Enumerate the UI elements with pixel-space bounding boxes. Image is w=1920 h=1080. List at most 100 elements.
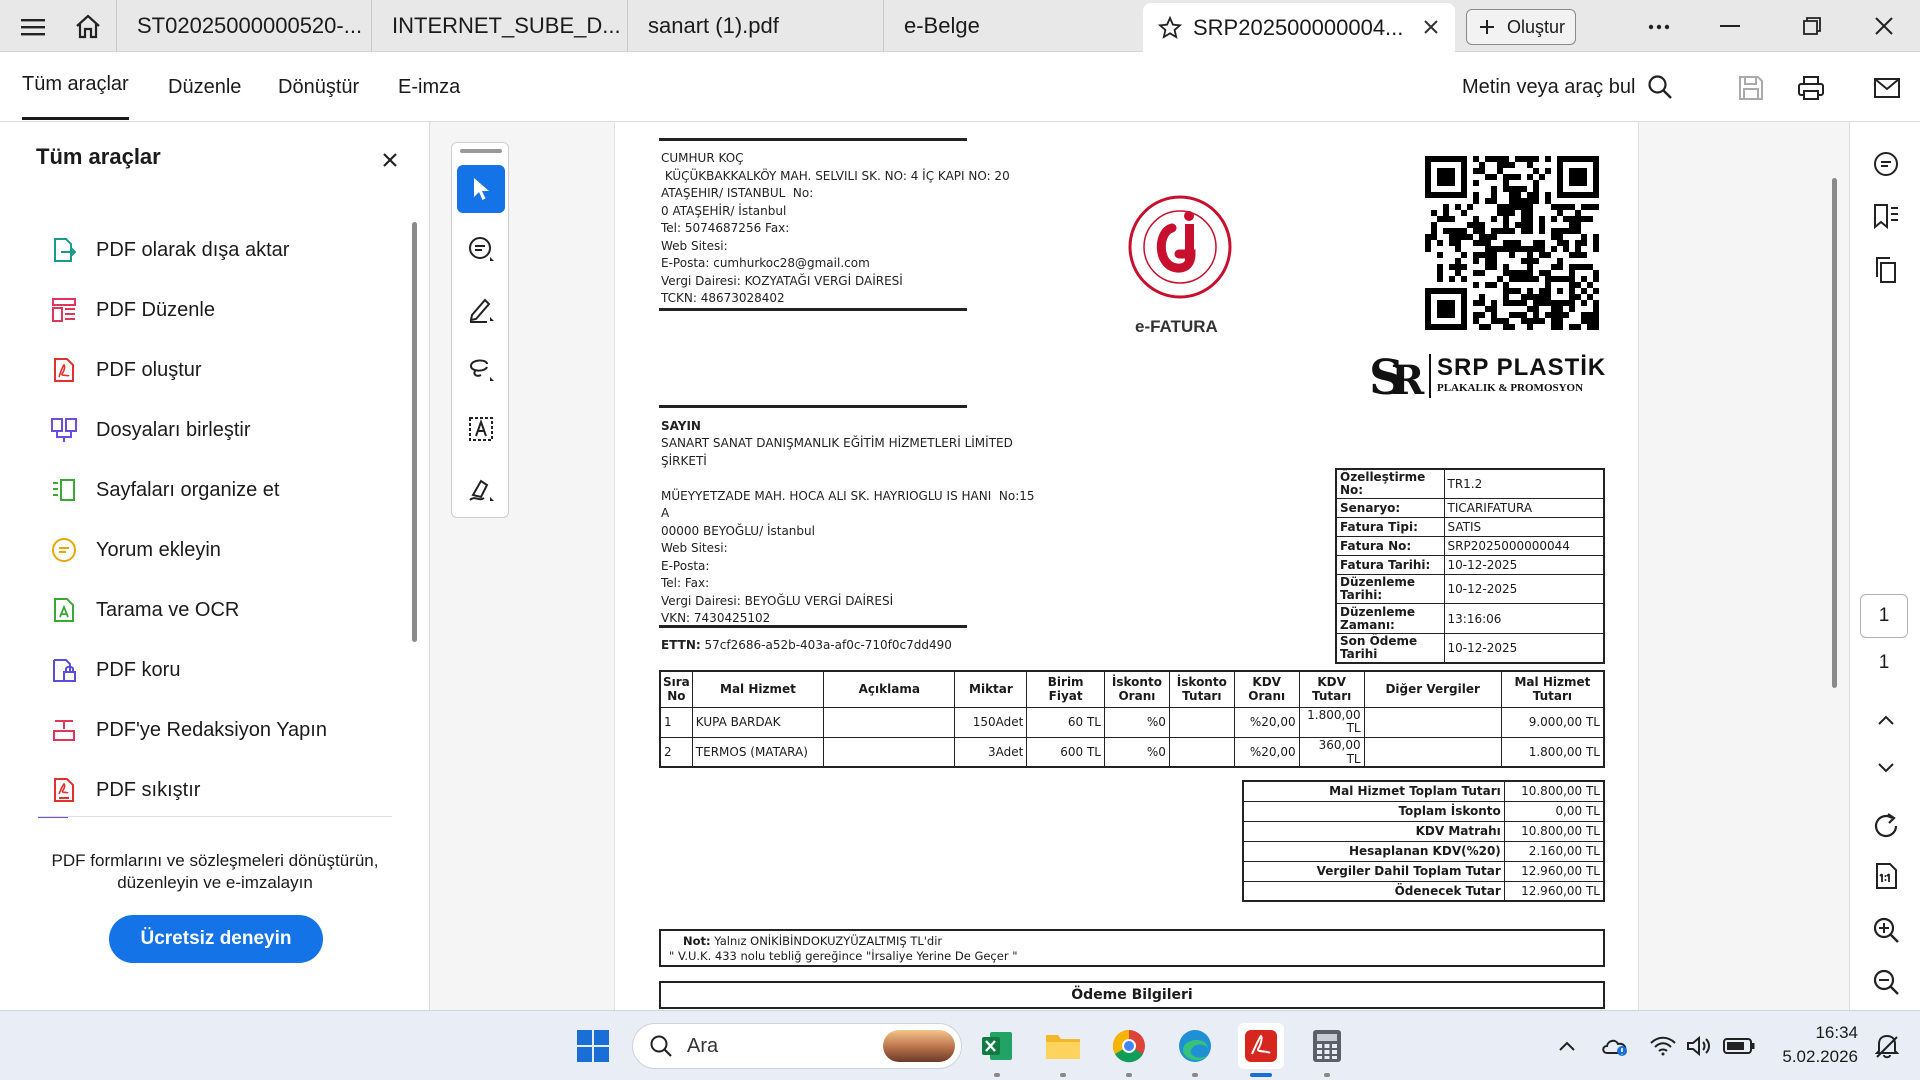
toolbar-grip[interactable]: [460, 149, 502, 153]
tool-compress-pdf[interactable]: PDF sıkıştır: [50, 770, 200, 810]
menu-convert[interactable]: Dönüştür: [278, 52, 359, 122]
total-row: Toplam İskonto 0,00 TL: [1242, 800, 1605, 822]
combine-files-icon: [50, 416, 78, 444]
address-line: 0 ATAŞEHİR/ İstanbul: [661, 203, 787, 218]
sign-tool-button[interactable]: [457, 465, 505, 513]
panel-scrollbar[interactable]: [412, 222, 417, 642]
tool-redact[interactable]: PDF'ye Redaksiyon Yapın: [50, 710, 327, 750]
tool-edit-pdf[interactable]: PDF Düzenle: [50, 290, 215, 330]
save-icon[interactable]: [1734, 71, 1768, 105]
tool-organize-pages[interactable]: Sayfaları organize et: [50, 470, 279, 510]
star-icon[interactable]: [1157, 15, 1183, 41]
tab-document-1[interactable]: ST02025000000520-...: [116, 0, 372, 52]
menu-esign[interactable]: E-imza: [398, 52, 460, 122]
rotate-button[interactable]: [1868, 808, 1904, 844]
info-value: 10-12-2025: [1443, 574, 1605, 604]
tool-scan-ocr[interactable]: Tarama ve OCR: [50, 590, 239, 630]
menu-all-tools[interactable]: Tüm araçlar: [22, 52, 129, 120]
taskbar-search[interactable]: Ara: [632, 1023, 962, 1069]
mail-icon[interactable]: [1870, 71, 1904, 105]
chevron-up-icon: [1878, 715, 1894, 725]
edge-button[interactable]: [1172, 1023, 1218, 1069]
comment-tool-button[interactable]: [457, 225, 505, 273]
calculator-button[interactable]: [1304, 1023, 1350, 1069]
scan-ocr-icon: [50, 596, 78, 624]
zoom-out-button[interactable]: [1868, 964, 1904, 1000]
volume-icon[interactable]: [1684, 1031, 1714, 1061]
note-line-1: Not: Yalnız ONİKİBİNDOKUZYÜZALTMIŞ TL'di…: [669, 934, 1595, 949]
onedrive-icon[interactable]: [1600, 1031, 1630, 1061]
address-line: SANART SANAT DANIŞMANLIK EĞİTİM HİZMETLE…: [661, 436, 1013, 450]
fit-page-button[interactable]: [1868, 858, 1904, 894]
tool-label: Yorum ekleyin: [96, 538, 221, 561]
battery-icon[interactable]: [1722, 1031, 1756, 1061]
menu-label: E-imza: [398, 75, 461, 98]
create-button[interactable]: Oluştur: [1466, 9, 1576, 45]
zoom-in-button[interactable]: [1868, 912, 1904, 948]
tab-document-4[interactable]: e-Belge: [884, 0, 1140, 52]
document-scrollbar[interactable]: [1832, 178, 1837, 688]
table-cell: [823, 736, 956, 767]
page-thumbnails-button[interactable]: [1868, 252, 1904, 288]
clock-time[interactable]: 16:34: [1768, 1023, 1858, 1043]
find-text-or-tool-button[interactable]: Metin veya araç bul: [1462, 52, 1673, 122]
chevron-down-icon: [1878, 763, 1894, 773]
next-page-button[interactable]: [1868, 750, 1904, 786]
menu-edit[interactable]: Düzenle: [168, 52, 241, 122]
payment-title: Ödeme Bilgileri: [1071, 987, 1193, 1003]
file-explorer-button[interactable]: [1040, 1023, 1086, 1069]
total-label: Vergiler Dahil Toplam Tutar: [1242, 860, 1505, 882]
clock-date[interactable]: 5.02.2026: [1768, 1047, 1858, 1067]
running-indicator: [1126, 1073, 1132, 1077]
tab-label: sanart (1).pdf: [648, 13, 779, 38]
page-number-input[interactable]: 1: [1860, 594, 1908, 638]
show-hidden-icons-button[interactable]: [1554, 1033, 1580, 1059]
table-row: 2 TERMOS (MATARA) 3Adet 600 TL %0 %20,00 360,0…: [659, 736, 1605, 767]
home-icon[interactable]: [72, 10, 104, 42]
menu-label: Düzenle: [168, 75, 242, 98]
find-label: Metin veya araç bul: [1462, 75, 1636, 98]
create-label: Oluştur: [1507, 16, 1566, 37]
lasso-icon: [469, 359, 494, 381]
print-icon[interactable]: [1794, 71, 1828, 105]
tool-export-pdf[interactable]: PDF olarak dışa aktar: [50, 230, 289, 270]
close-panel-icon[interactable]: [380, 150, 400, 170]
bookmarks-button[interactable]: [1868, 198, 1904, 234]
note-text: Yalnız ONİKİBİNDOKUZYÜZALTMIŞ TL'dir: [710, 934, 943, 948]
tool-combine-files[interactable]: Dosyaları birleştir: [50, 410, 250, 450]
excel-button[interactable]: [974, 1023, 1020, 1069]
tab-document-3[interactable]: sanart (1).pdf: [628, 0, 884, 52]
text-tool-button[interactable]: [457, 405, 505, 453]
draw-tool-button[interactable]: [457, 345, 505, 393]
table-cell: [823, 706, 956, 738]
more-options-icon[interactable]: [1644, 12, 1674, 42]
acrobat-button[interactable]: [1238, 1023, 1284, 1069]
tool-protect-pdf[interactable]: PDF koru: [50, 650, 180, 690]
wifi-icon[interactable]: [1648, 1031, 1678, 1061]
column-header: KDV Tutarı: [1298, 670, 1365, 708]
close-tab-icon[interactable]: [1419, 15, 1443, 39]
tab-document-active[interactable]: SRP202500000004...: [1143, 3, 1455, 52]
restore-icon[interactable]: [1792, 10, 1832, 42]
chrome-button[interactable]: [1106, 1023, 1152, 1069]
running-indicator: [994, 1073, 1000, 1077]
previous-page-button[interactable]: [1868, 702, 1904, 738]
tab-document-2[interactable]: INTERNET_SUBE_D...: [372, 0, 628, 52]
total-label: KDV Matrahı: [1242, 820, 1505, 842]
start-button[interactable]: [570, 1023, 616, 1069]
select-tool-button[interactable]: [457, 165, 505, 213]
tool-label: PDF olarak dışa aktar: [96, 238, 290, 261]
tab-label: e-Belge: [904, 13, 980, 38]
tab-label: INTERNET_SUBE_D...: [392, 13, 621, 38]
tool-comment[interactable]: Yorum ekleyin: [50, 530, 221, 570]
free-trial-button[interactable]: Ücretsiz deneyin: [109, 915, 323, 963]
tool-create-pdf[interactable]: PDF oluştur: [50, 350, 202, 390]
info-row: Senaryo: TICARIFATURA: [1335, 498, 1605, 518]
notifications-icon[interactable]: [1872, 1031, 1902, 1061]
hamburger-menu-icon[interactable]: [18, 12, 48, 42]
comments-panel-button[interactable]: [1868, 146, 1904, 182]
close-window-icon[interactable]: [1864, 10, 1904, 42]
highlight-tool-button[interactable]: [457, 285, 505, 333]
svg-text:R: R: [1391, 357, 1425, 402]
minimize-icon[interactable]: [1710, 10, 1750, 42]
